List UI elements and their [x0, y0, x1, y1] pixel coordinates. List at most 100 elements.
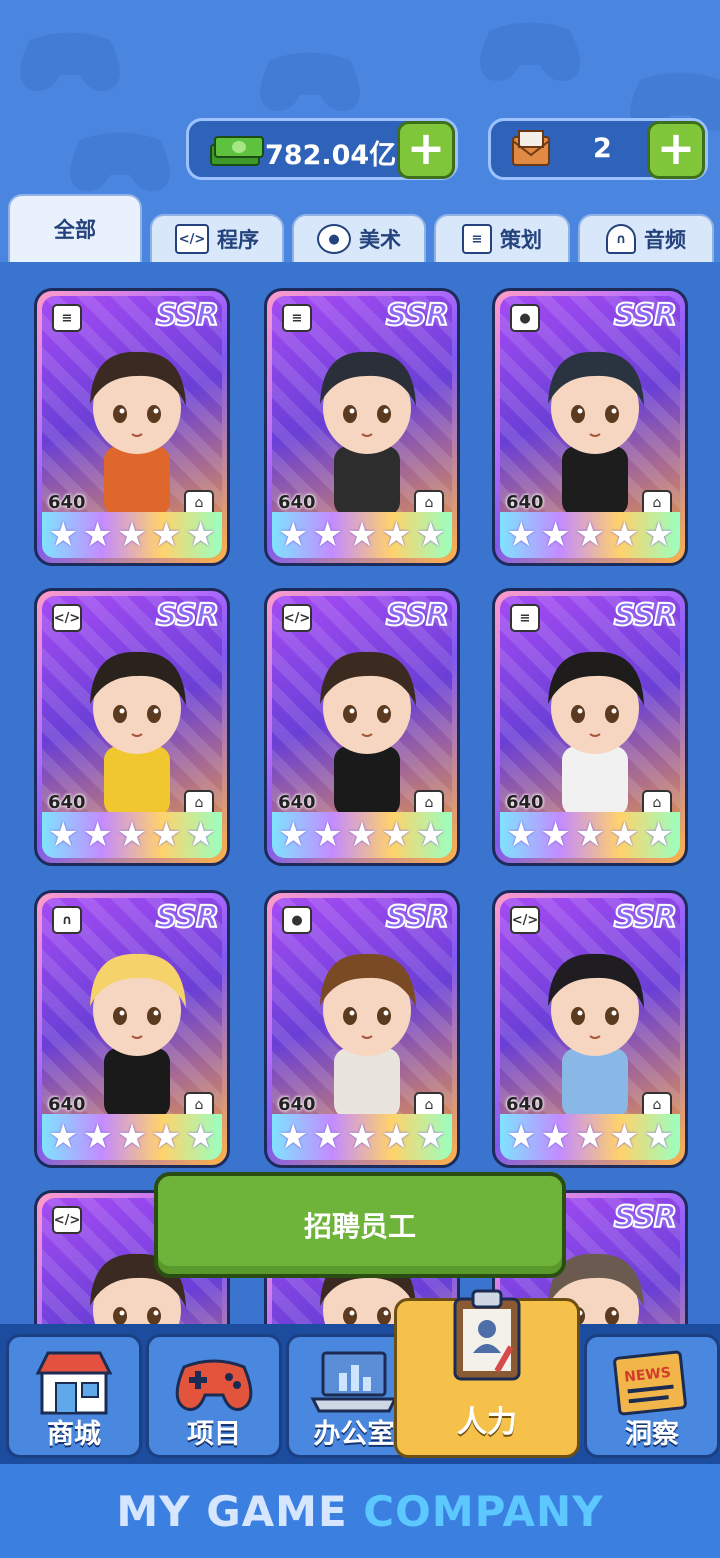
recruit-employee-button[interactable]: 招聘员工: [154, 1172, 566, 1278]
rarity-badge: SSR: [155, 899, 220, 936]
headphones-icon: ∩: [606, 224, 636, 254]
star-icon: ★: [381, 515, 412, 555]
tab-label: 全部: [54, 218, 96, 242]
nav-hr[interactable]: 人力: [394, 1289, 580, 1458]
rarity-badge: SSR: [613, 297, 678, 334]
card-art: ≡ SSR 640 ⌂ ★ ★ ★ ★ ★: [272, 296, 452, 558]
card-art: ∩ SSR 640 ⌂ ★ ★ ★ ★ ★: [42, 898, 222, 1160]
star-icon: ★: [609, 815, 640, 855]
character-portrait: [90, 651, 186, 816]
employee-card[interactable]: ≡ SSR 640 ⌂ ★ ★ ★ ★ ★: [34, 288, 230, 566]
character-portrait: [320, 351, 416, 516]
star-icon: ★: [277, 515, 309, 555]
star-icon: ★: [185, 1117, 216, 1157]
add-tickets-button[interactable]: +: [647, 121, 705, 179]
card-art: </> SSR 640 ⌂ ★ ★ ★ ★ ★: [272, 596, 452, 858]
rarity-badge: SSR: [613, 1199, 678, 1236]
employee-card[interactable]: </> SSR 640 ⌂ ★ ★ ★ ★ ★: [264, 588, 460, 866]
nav-insights[interactable]: NEWS 洞察: [584, 1334, 720, 1458]
gamepad-pattern-icon: [20, 32, 120, 91]
employee-card[interactable]: ≡ SSR 640 ⌂ ★ ★ ★ ★ ★: [492, 588, 688, 866]
document-icon: ≡: [462, 224, 492, 254]
footer-word-2: COMPANY: [363, 1486, 604, 1536]
palette-icon: ●: [282, 906, 312, 934]
envelope-icon: [512, 130, 550, 166]
gamepad-pattern-icon: [70, 132, 170, 191]
star-icon: ★: [381, 1117, 412, 1157]
employee-card[interactable]: ∩ SSR 640 ⌂ ★ ★ ★ ★ ★: [34, 890, 230, 1168]
rarity-badge: SSR: [385, 597, 450, 634]
card-art: ≡ SSR 640 ⌂ ★ ★ ★ ★ ★: [500, 596, 680, 858]
star-icon: ★: [415, 1117, 446, 1157]
star-icon: ★: [277, 815, 309, 855]
gamepad-pattern-icon: [260, 52, 360, 111]
gamepad-pattern-icon: [480, 22, 580, 81]
star-icon: ★: [540, 1117, 571, 1157]
star-icon: ★: [346, 815, 378, 855]
rarity-badge: SSR: [385, 899, 450, 936]
employee-card[interactable]: </> SSR 640 ⌂ ★ ★ ★ ★ ★: [34, 588, 230, 866]
level-value: 640: [48, 792, 86, 813]
tab-all[interactable]: 全部: [8, 194, 142, 262]
star-rating: ★ ★ ★ ★ ★: [42, 1114, 222, 1160]
level-value: 640: [278, 1094, 316, 1115]
star-icon: ★: [505, 815, 537, 855]
shop-icon: [35, 1351, 113, 1415]
star-icon: ★: [82, 515, 113, 555]
employee-grid: ≡ SSR 640 ⌂ ★ ★ ★ ★ ★ ≡ SSR 640 ⌂ ★ ★ ★ ★ ★ ● SSR 640 ⌂ ★ ★ ★ ★ ★ <…: [0, 262, 720, 1328]
character-portrait: [320, 953, 416, 1118]
nav-shop[interactable]: 商城: [6, 1334, 142, 1458]
employee-card[interactable]: </> SSR 640 ⌂ ★ ★ ★ ★ ★: [492, 890, 688, 1168]
tickets-resource: 2 +: [488, 118, 708, 180]
employee-card[interactable]: ● SSR 640 ⌂ ★ ★ ★ ★ ★: [492, 288, 688, 566]
rarity-badge: SSR: [385, 297, 450, 334]
employee-card[interactable]: ● SSR 640 ⌂ ★ ★ ★ ★ ★: [264, 890, 460, 1168]
tab-label: 美术: [359, 228, 401, 252]
star-icon: ★: [540, 815, 571, 855]
level-value: 640: [48, 492, 86, 513]
star-icon: ★: [116, 815, 148, 855]
tab-design[interactable]: ≡ 策划: [434, 214, 570, 262]
nav-label: 洞察: [625, 1419, 679, 1450]
employee-card[interactable]: ≡ SSR 640 ⌂ ★ ★ ★ ★ ★: [264, 288, 460, 566]
character-portrait: [90, 351, 186, 516]
star-icon: ★: [151, 1117, 182, 1157]
money-value: 782.04亿: [265, 140, 397, 171]
rarity-badge: SSR: [613, 899, 678, 936]
level-value: 640: [506, 492, 544, 513]
palette-icon: ●: [510, 304, 540, 332]
gamepad-icon: [175, 1359, 253, 1411]
star-icon: ★: [312, 815, 343, 855]
star-icon: ★: [151, 815, 182, 855]
rarity-badge: SSR: [155, 297, 220, 334]
tab-label: 程序: [217, 228, 259, 252]
star-icon: ★: [185, 815, 216, 855]
star-icon: ★: [609, 1117, 640, 1157]
level-value: 640: [278, 492, 316, 513]
footer-word-1: MY GAME: [116, 1486, 348, 1536]
add-money-button[interactable]: +: [397, 121, 455, 179]
code-monitor-icon: </>: [175, 224, 209, 254]
tab-audio[interactable]: ∩ 音频: [578, 214, 714, 262]
news-icon: NEWS: [613, 1350, 687, 1416]
level-value: 640: [278, 792, 316, 813]
nav-label: 人力: [457, 1405, 517, 1440]
tab-programming[interactable]: </> 程序: [150, 214, 284, 262]
star-icon: ★: [82, 815, 113, 855]
star-icon: ★: [381, 815, 412, 855]
star-icon: ★: [574, 815, 606, 855]
level-value: 640: [506, 1094, 544, 1115]
document-icon: ≡: [510, 604, 540, 632]
character-portrait: [90, 953, 186, 1118]
nav-projects[interactable]: 项目: [146, 1334, 282, 1458]
star-icon: ★: [346, 1117, 378, 1157]
star-rating: ★ ★ ★ ★ ★: [272, 812, 452, 858]
nav-label: 项目: [187, 1419, 241, 1450]
clipboard-person-icon: [453, 1289, 521, 1381]
star-icon: ★: [312, 515, 343, 555]
star-icon: ★: [643, 1117, 674, 1157]
star-rating: ★ ★ ★ ★ ★: [500, 512, 680, 558]
bottom-nav: 商城 项目 办公室 人力 NEWS 洞察: [0, 1289, 720, 1464]
star-icon: ★: [47, 815, 79, 855]
tab-art[interactable]: ● 美术: [292, 214, 426, 262]
